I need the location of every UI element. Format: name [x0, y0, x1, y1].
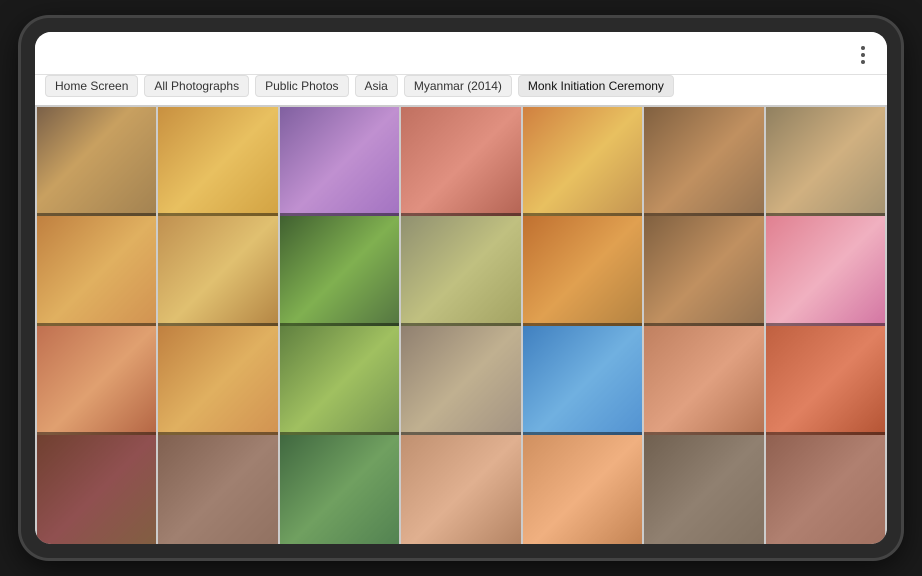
photo-image-9	[280, 216, 399, 335]
photo-grid: BaganBaganBaganBaganBaganBaganBaganBagan…	[35, 105, 887, 544]
photo-cell-5[interactable]: Bagan	[644, 107, 763, 226]
photo-cell-26[interactable]	[644, 435, 763, 544]
device-frame: Home Screen All Photographs Public Photos A…	[21, 18, 901, 558]
photo-cell-23[interactable]	[280, 435, 399, 544]
photo-image-12	[644, 216, 763, 335]
photo-cell-2[interactable]: Bagan	[280, 107, 399, 226]
breadcrumb-item-3[interactable]: Asia	[355, 75, 398, 97]
dot2	[861, 53, 865, 57]
photo-image-17	[401, 326, 520, 445]
photo-cell-13[interactable]: Bagan	[766, 216, 885, 335]
photo-image-7	[37, 216, 156, 335]
photo-image-24	[401, 435, 520, 544]
photo-cell-11[interactable]: Bagan	[523, 216, 642, 335]
photo-image-15	[158, 326, 277, 445]
photo-image-2	[280, 107, 399, 226]
photo-cell-12[interactable]: Bagan	[644, 216, 763, 335]
photo-cell-3[interactable]: Bagan	[401, 107, 520, 226]
photo-cell-10[interactable]: Bagan	[401, 216, 520, 335]
photo-cell-8[interactable]: Bagan	[158, 216, 277, 335]
photo-image-8	[158, 216, 277, 335]
dot3	[861, 60, 865, 64]
photo-image-10	[401, 216, 520, 335]
photo-image-18	[523, 326, 642, 445]
photo-cell-17[interactable]: Bagan	[401, 326, 520, 445]
photo-cell-7[interactable]: Bagan	[37, 216, 156, 335]
photo-image-6	[766, 107, 885, 226]
breadcrumb-item-1[interactable]: All Photographs	[144, 75, 249, 97]
photo-cell-22[interactable]	[158, 435, 277, 544]
breadcrumb-item-5[interactable]: Monk Initiation Ceremony	[518, 75, 674, 97]
photo-image-13	[766, 216, 885, 335]
photo-cell-9[interactable]: Bagan	[280, 216, 399, 335]
photo-image-22	[158, 435, 277, 544]
photo-image-19	[644, 326, 763, 445]
photo-image-0	[37, 107, 156, 226]
photo-cell-15[interactable]: Bagan	[158, 326, 277, 445]
photo-image-5	[644, 107, 763, 226]
breadcrumb-item-2[interactable]: Public Photos	[255, 75, 348, 97]
device-screen: Home Screen All Photographs Public Photos A…	[35, 32, 887, 544]
photo-cell-25[interactable]	[523, 435, 642, 544]
photo-cell-0[interactable]: Bagan	[37, 107, 156, 226]
photo-cell-16[interactable]: Bagan	[280, 326, 399, 445]
app-header	[35, 32, 887, 75]
more-options-button[interactable]	[853, 42, 873, 68]
photo-cell-27[interactable]	[766, 435, 885, 544]
photo-cell-21[interactable]	[37, 435, 156, 544]
photo-image-11	[523, 216, 642, 335]
photo-cell-20[interactable]: Bagan	[766, 326, 885, 445]
photo-image-23	[280, 435, 399, 544]
photo-cell-24[interactable]	[401, 435, 520, 544]
dot1	[861, 46, 865, 50]
photo-image-27	[766, 435, 885, 544]
photo-image-1	[158, 107, 277, 226]
photo-cell-19[interactable]: Bagan	[644, 326, 763, 445]
photo-cell-6[interactable]: Bagan	[766, 107, 885, 226]
photo-image-21	[37, 435, 156, 544]
breadcrumb-item-0[interactable]: Home Screen	[45, 75, 138, 97]
photo-image-20	[766, 326, 885, 445]
photo-image-16	[280, 326, 399, 445]
photo-cell-1[interactable]: Bagan	[158, 107, 277, 226]
breadcrumb: Home Screen All Photographs Public Photos A…	[35, 75, 887, 105]
photo-image-26	[644, 435, 763, 544]
photo-cell-18[interactable]: Bagan	[523, 326, 642, 445]
breadcrumb-item-4[interactable]: Myanmar (2014)	[404, 75, 512, 97]
photo-image-3	[401, 107, 520, 226]
photo-image-25	[523, 435, 642, 544]
photo-cell-14[interactable]: Bagan	[37, 326, 156, 445]
photo-cell-4[interactable]: Bagan	[523, 107, 642, 226]
photo-image-14	[37, 326, 156, 445]
photo-image-4	[523, 107, 642, 226]
